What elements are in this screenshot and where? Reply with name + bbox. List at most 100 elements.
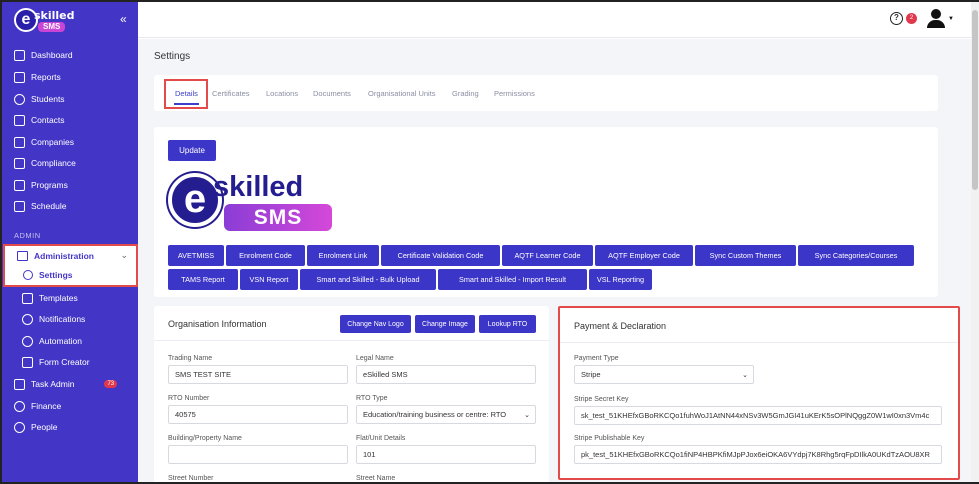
- calendar-icon: [14, 200, 25, 212]
- sidebar-item-label: Companies: [31, 137, 74, 147]
- smart-skilled-bulk-upload-button[interactable]: Smart and Skilled - Bulk Upload: [300, 269, 436, 290]
- sidebar-item-label: Settings: [39, 270, 73, 280]
- aqtf-learner-code-button[interactable]: AQTF Learner Code: [502, 245, 593, 266]
- avetmiss-button[interactable]: AVETMISS: [168, 245, 224, 266]
- scrollbar-thumb[interactable]: [972, 10, 978, 190]
- trading-name-field[interactable]: SMS TEST SITE: [168, 365, 348, 384]
- rto-type-select[interactable]: Education/training business or centre: R…: [356, 405, 536, 424]
- list-icon: [14, 378, 25, 390]
- building-name-field[interactable]: [168, 445, 348, 464]
- vsn-report-button[interactable]: VSN Report: [240, 269, 298, 290]
- sync-categories-courses-button[interactable]: Sync Categories/Courses: [798, 245, 914, 266]
- legal-name-field[interactable]: eSkilled SMS: [356, 365, 536, 384]
- page-scrollbar[interactable]: [971, 2, 979, 482]
- sidebar-item-notifications[interactable]: Notifications: [22, 311, 85, 327]
- monitor-icon: [17, 251, 28, 261]
- sidebar-item-label: Form Creator: [39, 357, 90, 367]
- sidebar: e skilled SMS « Dashboard Reports Studen…: [2, 2, 138, 482]
- stripe-publishable-key-field[interactable]: pk_test_51KHEfxGBoRKCQo1fiNP4HBPKfiMJpPJ…: [574, 445, 942, 464]
- stripe-secret-key-field[interactable]: sk_test_51KHEfxGBoRKCQo1fuhWoJ1AtNN44xNS…: [574, 406, 942, 425]
- active-tab-underline: [174, 103, 199, 105]
- sync-custom-themes-button[interactable]: Sync Custom Themes: [695, 245, 796, 266]
- sidebar-item-automation[interactable]: Automation: [22, 333, 82, 349]
- payment-type-select[interactable]: Stripe ⌄: [574, 365, 754, 384]
- dollar-icon: [14, 400, 25, 412]
- change-nav-logo-button[interactable]: Change Nav Logo: [340, 315, 411, 333]
- enrolment-code-button[interactable]: Enrolment Code: [226, 245, 305, 266]
- logo-skilled-text: skilled: [34, 9, 75, 22]
- tab-documents[interactable]: Documents: [313, 89, 351, 98]
- smart-skilled-import-result-button[interactable]: Smart and Skilled - Import Result: [438, 269, 587, 290]
- help-icon[interactable]: ?: [890, 12, 903, 25]
- sidebar-item-label: Programs: [31, 180, 68, 190]
- street-number-label: Street Number: [168, 475, 214, 482]
- logo-skilled-text: skilled: [213, 171, 304, 203]
- sidebar-item-students[interactable]: Students: [14, 91, 65, 107]
- sidebar-item-compliance[interactable]: Compliance: [14, 155, 76, 171]
- vsl-reporting-button[interactable]: VSL Reporting: [589, 269, 652, 290]
- sidebar-item-templates[interactable]: Templates: [22, 290, 78, 306]
- tams-report-button[interactable]: TAMS Report: [168, 269, 238, 290]
- sidebar-item-contacts[interactable]: Contacts: [14, 112, 65, 128]
- update-button[interactable]: Update: [168, 140, 216, 161]
- settings-tabs: Details Certificates Locations Documents…: [154, 75, 938, 111]
- people-icon: [14, 421, 25, 433]
- sidebar-item-form-creator[interactable]: Form Creator: [22, 354, 90, 370]
- legal-name-label: Legal Name: [356, 355, 394, 362]
- tab-organisational-units[interactable]: Organisational Units: [368, 89, 436, 98]
- sidebar-item-task-admin[interactable]: Task Admin 73: [14, 376, 118, 392]
- sidebar-item-people[interactable]: People: [14, 419, 57, 435]
- chevron-down-icon: ⌄: [742, 372, 748, 379]
- sidebar-item-label: Finance: [31, 401, 62, 411]
- rto-type-value: Education/training business or centre: R…: [363, 410, 507, 419]
- user-avatar-icon[interactable]: [926, 9, 946, 29]
- payment-type-value: Stripe: [581, 370, 601, 379]
- enrolment-link-button[interactable]: Enrolment Link: [307, 245, 379, 266]
- change-image-button[interactable]: Change Image: [415, 315, 475, 333]
- payment-declaration-card: Payment & Declaration Payment Type Strip…: [558, 306, 960, 480]
- sidebar-item-label: Schedule: [31, 201, 67, 211]
- aqtf-employer-code-button[interactable]: AQTF Employer Code: [595, 245, 693, 266]
- user-menu-caret-icon[interactable]: ▼: [948, 16, 954, 22]
- admin-menu-highlight: Administration ⌄ Settings: [3, 244, 138, 287]
- template-icon: [22, 292, 33, 304]
- sidebar-item-programs[interactable]: Programs: [14, 177, 68, 193]
- double-chevron-left-icon[interactable]: «: [120, 12, 127, 26]
- card-title: Payment & Declaration: [574, 321, 667, 331]
- tab-grading[interactable]: Grading: [452, 89, 479, 98]
- divider: [154, 340, 549, 341]
- window-icon: [14, 179, 25, 191]
- sidebar-item-finance[interactable]: Finance: [14, 398, 61, 414]
- stripe-secret-key-label: Stripe Secret Key: [574, 396, 629, 403]
- tab-certificates[interactable]: Certificates: [212, 89, 250, 98]
- sidebar-item-label: Students: [31, 94, 65, 104]
- sidebar-item-schedule[interactable]: Schedule: [14, 198, 66, 214]
- bell-icon: [22, 313, 33, 325]
- organisation-logo: e skilled SMS: [168, 171, 338, 237]
- sidebar-item-administration[interactable]: Administration: [17, 251, 94, 261]
- rto-number-label: RTO Number: [168, 395, 210, 402]
- report-icon: [14, 71, 25, 83]
- sidebar-item-settings[interactable]: Settings: [23, 270, 73, 280]
- flat-unit-field[interactable]: 101: [356, 445, 536, 464]
- sidebar-item-reports[interactable]: Reports: [14, 69, 61, 85]
- top-bar: ? 2 ▼: [138, 2, 971, 38]
- lookup-rto-button[interactable]: Lookup RTO: [479, 315, 536, 333]
- sidebar-item-label: Templates: [39, 293, 78, 303]
- tab-locations[interactable]: Locations: [266, 89, 298, 98]
- sidebar-item-companies[interactable]: Companies: [14, 134, 74, 150]
- notification-badge[interactable]: 2: [906, 13, 917, 24]
- tab-permissions[interactable]: Permissions: [494, 89, 535, 98]
- brand-logo[interactable]: e skilled SMS: [14, 8, 76, 34]
- flat-unit-label: Flat/Unit Details: [356, 435, 406, 442]
- rto-number-field[interactable]: 40575: [168, 405, 348, 424]
- tab-details[interactable]: Details: [175, 89, 198, 98]
- logo-sms-text: SMS: [224, 204, 332, 231]
- sidebar-item-label: Notifications: [39, 314, 86, 324]
- sidebar-item-dashboard[interactable]: Dashboard: [14, 47, 73, 63]
- users-icon: [14, 93, 25, 105]
- chevron-down-icon[interactable]: ⌄: [120, 250, 128, 261]
- details-card: Update e skilled SMS AVETMISS Enrolment …: [154, 127, 938, 297]
- chart-line-icon: [14, 49, 25, 61]
- certificate-validation-code-button[interactable]: Certificate Validation Code: [381, 245, 500, 266]
